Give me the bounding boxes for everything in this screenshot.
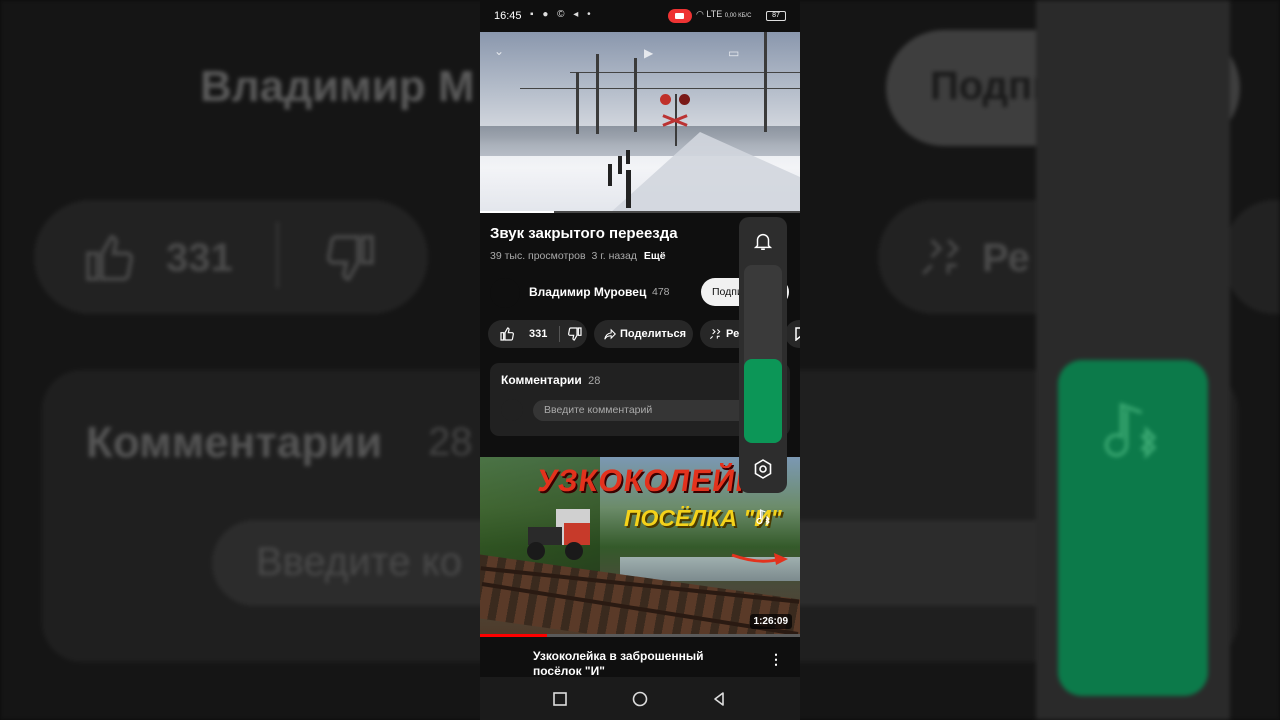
user-avatar bbox=[501, 399, 523, 421]
more-options-icon[interactable]: ⋮ bbox=[769, 651, 783, 667]
video-player[interactable]: ⌄ ▶ ▭ bbox=[480, 32, 800, 213]
bluetooth-audio-icon bbox=[756, 509, 770, 526]
bg-channel-name: Владимир М bbox=[200, 62, 475, 111]
bell-icon[interactable] bbox=[752, 230, 774, 252]
catenary-pole bbox=[576, 72, 579, 134]
comments-title-label: Комментарии bbox=[501, 373, 582, 387]
bg-comments-count: 28 bbox=[428, 420, 473, 464]
channel-avatar[interactable] bbox=[490, 278, 520, 308]
status-bar: 16:45 ▪ ● © ◂ • ◠ LTE 0,00 КБ/С 87 bbox=[480, 0, 800, 32]
bg-like-count: 331 bbox=[166, 236, 233, 280]
share-button[interactable]: Поделиться bbox=[594, 320, 693, 348]
road-post bbox=[618, 156, 622, 174]
next-video-title-line1: Узкоколейка в заброшенный bbox=[533, 649, 704, 663]
volume-level-fill bbox=[744, 359, 782, 526]
share-icon bbox=[604, 328, 616, 340]
volume-panel bbox=[739, 217, 787, 526]
bg-bluetooth-audio-icon bbox=[1104, 402, 1157, 460]
watched-progress-fill bbox=[480, 634, 548, 637]
catenary-pole bbox=[764, 32, 767, 132]
save-icon bbox=[795, 327, 800, 341]
road-post bbox=[626, 150, 630, 164]
view-count: 39 тыс. просмотров bbox=[490, 250, 586, 262]
notification-icons: ▪ ● © ◂ • bbox=[530, 9, 594, 20]
video-duration: 1:26:09 bbox=[749, 614, 792, 629]
autoplay-toggle-icon[interactable]: ▶ bbox=[644, 46, 653, 60]
bg-remix-label: Ре bbox=[982, 236, 1030, 280]
volume-slider[interactable] bbox=[744, 265, 782, 526]
power-line bbox=[520, 88, 800, 89]
comment-input[interactable]: Введите комментарий bbox=[533, 400, 773, 421]
share-label: Поделиться bbox=[620, 328, 687, 340]
road-post bbox=[626, 170, 631, 208]
like-separator bbox=[559, 326, 560, 342]
data-speed: 0,00 КБ/С bbox=[724, 13, 752, 19]
status-time: 16:45 bbox=[494, 10, 522, 22]
crossing-signal bbox=[660, 94, 690, 108]
video-progress-fill bbox=[480, 211, 554, 213]
comments-title: Комментарии 28 bbox=[501, 373, 600, 387]
like-dislike-pill: 331 bbox=[488, 320, 587, 348]
video-progress-bar[interactable] bbox=[480, 211, 800, 213]
recent-apps-icon[interactable] bbox=[549, 688, 571, 710]
network-indicators: ◠ LTE 0,00 КБ/С bbox=[696, 9, 752, 20]
catenary-pole bbox=[634, 58, 637, 132]
subscriber-count: 478 bbox=[652, 286, 670, 298]
catenary-pole bbox=[596, 54, 599, 134]
android-nav-bar bbox=[480, 677, 800, 720]
captions-icon[interactable]: ▭ bbox=[728, 46, 739, 60]
screen-record-icon[interactable] bbox=[668, 9, 692, 23]
road-post bbox=[608, 164, 612, 186]
headphones-icon: ◠ bbox=[696, 9, 704, 19]
thumbs-up-icon[interactable] bbox=[499, 326, 515, 342]
collapse-chevron-icon[interactable]: ⌄ bbox=[494, 44, 504, 58]
rail-cart bbox=[527, 509, 590, 560]
bg-thumbs-up-icon bbox=[86, 235, 134, 281]
bg-separator bbox=[276, 222, 279, 288]
thumbs-down-icon[interactable] bbox=[567, 326, 583, 342]
comments-count: 28 bbox=[588, 375, 601, 387]
bg-remix-icon bbox=[922, 239, 960, 275]
more-link[interactable]: Ещё bbox=[644, 250, 666, 262]
like-count: 331 bbox=[529, 328, 548, 340]
network-type: LTE bbox=[706, 9, 723, 19]
next-video-title[interactable]: Узкоколейка в заброшенный посёлок "И" bbox=[533, 649, 753, 679]
video-title: Звук закрытого переезда bbox=[490, 225, 678, 242]
back-icon[interactable] bbox=[708, 688, 730, 710]
screen: Владимир М Подпи 331 Ре Комментарии 28 В… bbox=[0, 0, 1280, 720]
save-button[interactable] bbox=[785, 320, 800, 348]
battery-icon: 87 bbox=[766, 11, 786, 21]
channel-name[interactable]: Владимир Муровец bbox=[529, 285, 646, 299]
crossing-sign bbox=[662, 114, 688, 127]
arrow-icon bbox=[731, 553, 788, 565]
home-icon[interactable] bbox=[629, 688, 651, 710]
remix-icon bbox=[709, 328, 721, 340]
upload-age: 3 г. назад bbox=[591, 250, 637, 262]
bg-thumbs-down-icon bbox=[326, 235, 374, 281]
watched-progress-bar bbox=[480, 634, 800, 637]
settings-icon[interactable] bbox=[751, 457, 775, 481]
video-meta[interactable]: 39 тыс. просмотров 3 г. назад Ещё bbox=[490, 250, 666, 262]
bg-comments-title: Комментарии bbox=[86, 418, 383, 467]
